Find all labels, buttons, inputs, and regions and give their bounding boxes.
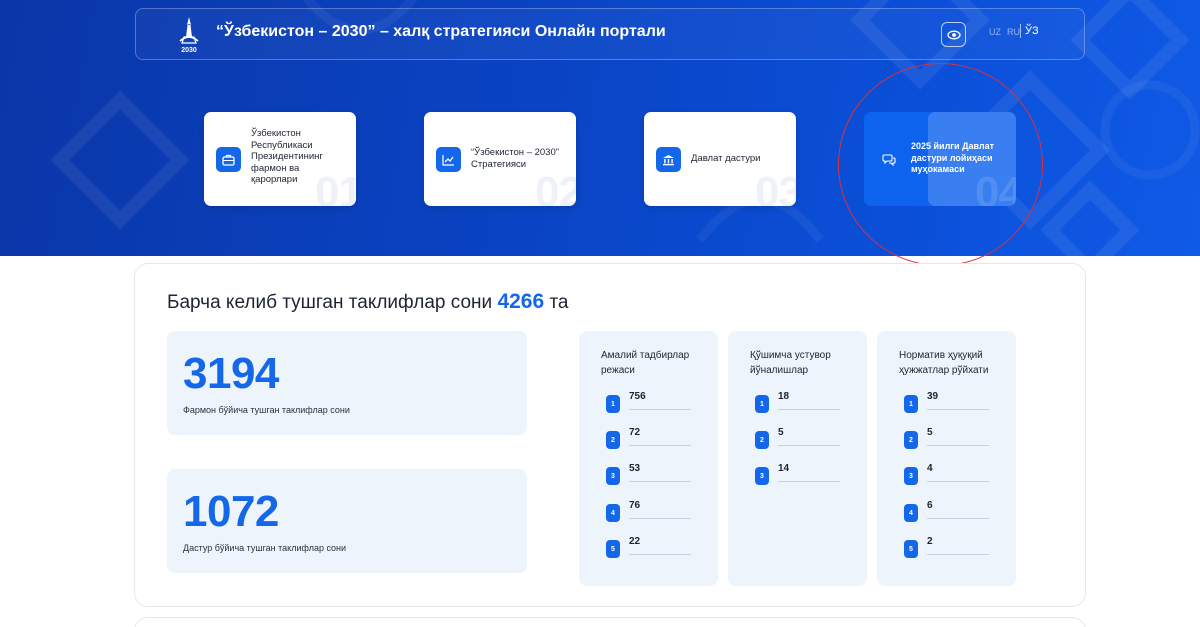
summary-prefix: Барча келиб тушган таклифлар сони [167,292,493,313]
stat-value: 1072 [183,487,279,536]
chart-icon [436,147,461,172]
list-item[interactable]: 4 76 [606,500,691,522]
accessibility-button[interactable] [941,22,966,47]
stat-decree-proposals: 3194 Фармон бўйича тушган таклифлар сони [167,331,527,435]
list-item[interactable]: 3 14 [755,463,840,485]
list-item[interactable]: 5 22 [606,536,691,558]
column-title: Амалий тадбирлар режаси [601,350,690,376]
logo[interactable]: 2030 [176,15,202,55]
header-bar: 2030 “Ўзбекистон – 2030” – халқ стратеги… [135,8,1085,60]
column-title: Норматив ҳуқуқий ҳужжатлар рўйхати [899,350,989,376]
list-item[interactable]: 1 18 [755,391,840,413]
summary-total: 4266 [497,290,545,313]
stat-caption: Дастур бўйича тушган таклифлар сони [183,543,347,553]
list-item[interactable]: 1 756 [606,391,691,413]
lang-ru[interactable]: RU [1007,27,1020,37]
card-strategy-2030[interactable]: 02 “Ўзбекистон – 2030” Стратегияси [424,112,576,206]
summary-suffix: та [549,292,569,313]
list-item[interactable]: 1 39 [904,391,989,413]
card-program-discussion-2025[interactable]: 04 2025 йилги Давлат дастури лойиҳаси муҳо… [864,112,1016,206]
next-panel [134,617,1086,627]
stat-value: 3194 [183,349,279,398]
column-priority-directions: Қўшимча устувор йўналишлар 1 18 25 3 14 [728,331,867,586]
chat-icon [876,147,901,172]
stat-caption: Фармон бўйича тушган таклифлар сони [183,405,350,415]
column-title: Қўшимча устувор йўналишлар [750,350,831,376]
hero-banner: 2030 “Ўзбекистон – 2030” – халқ стратеги… [0,0,1200,256]
card-number: 03 [755,168,796,206]
card-number: 02 [535,168,576,206]
column-legal-documents: Норматив ҳуқуқий ҳужжатлар рўйхати 1 39 2… [877,331,1016,586]
card-label: Ўзбекистон Республикаси Президентининг фарм… [251,128,323,185]
briefcase-icon [216,147,241,172]
list-item[interactable]: 25 [904,427,989,449]
tower-logo-icon [179,17,199,44]
card-label: Давлат дастури [691,153,761,164]
stat-program-proposals: 1072 Дастур бўйича тушган таклифлар сони [167,469,527,573]
list-item[interactable]: 2 72 [606,427,691,449]
summary-title: Барча келиб тушган таклифлар сони 4266 т… [167,290,569,314]
list-item[interactable]: 25 [755,427,840,449]
card-label: 2025 йилги Давлат дастури лойиҳаси муҳокам… [911,141,995,174]
lang-uz[interactable]: UZ [989,27,1001,37]
lang-uz-cyrillic[interactable]: ЎЗ [1025,25,1039,37]
list-item[interactable]: 34 [904,463,989,485]
stats-panel: Барча келиб тушган таклифлар сони 4266 т… [134,263,1086,607]
logo-year: 2030 [181,47,197,54]
card-state-program[interactable]: 03 Давлат дастури [644,112,796,206]
bank-icon [656,147,681,172]
list-item[interactable]: 52 [904,536,989,558]
column-action-plan: Амалий тадбирлар режаси 1 756 2 72 3 53 4 76… [579,331,718,586]
card-label: “Ўзбекистон – 2030” Стратегияси [471,147,559,170]
list-item[interactable]: 46 [904,500,989,522]
lang-separator [1020,24,1021,38]
list-item[interactable]: 3 53 [606,463,691,485]
eye-icon [946,30,961,39]
card-presidential-decrees[interactable]: 01 Ўзбекистон Республикаси Президентининг ф… [204,112,356,206]
portal-title: “Ўзбекистон – 2030” – халқ стратегияси О… [216,23,666,40]
